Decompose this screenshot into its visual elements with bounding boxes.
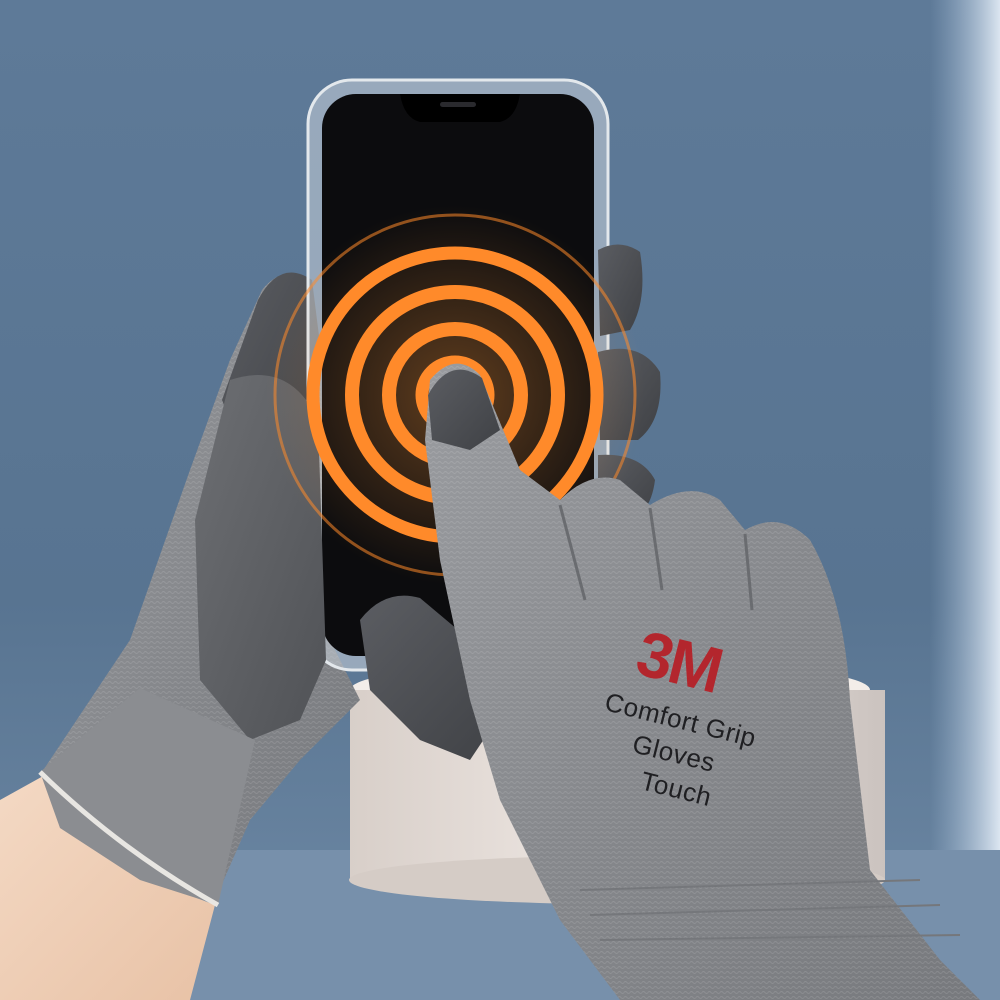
phone-notch: [400, 94, 520, 122]
phone-speaker: [440, 102, 476, 107]
photo-canvas: 3M Comfort Grip Gloves Touch: [0, 0, 1000, 1000]
product-photo: 3M Comfort Grip Gloves Touch: [0, 0, 1000, 1000]
